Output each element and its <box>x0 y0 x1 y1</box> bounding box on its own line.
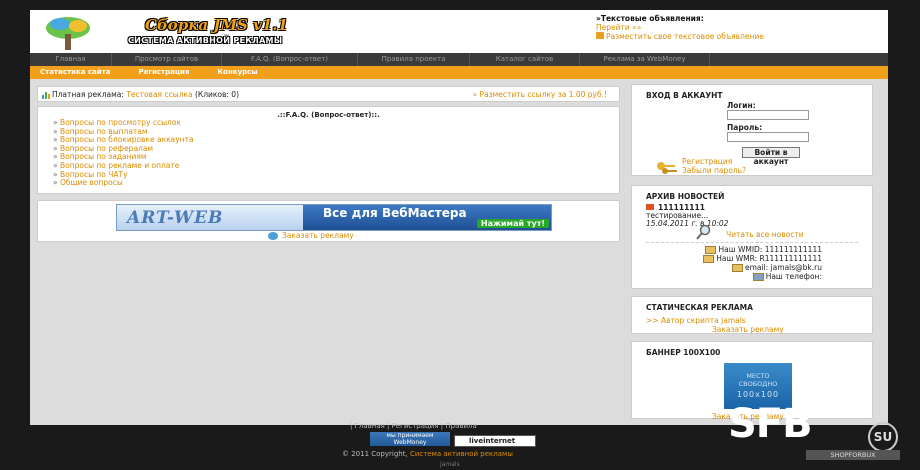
text-ads-place-link[interactable]: Разместить свое текстовое объявление <box>596 32 764 41</box>
static-order-ad-link[interactable]: Заказать рекламу <box>712 325 784 334</box>
text-ads-title: »Текстовые объявления: <box>596 14 704 23</box>
artweb-banner-left: ART-WEB <box>117 205 303 230</box>
news-title: АРХИВ НОВОСТЕЙ <box>646 192 725 201</box>
paid-ad-label: Платная реклама: <box>52 90 124 99</box>
nav-item[interactable]: Главная <box>30 53 112 66</box>
nav-item[interactable]: Просмотр сайтов <box>112 53 222 66</box>
text-ads-place-label: Разместить свое текстовое объявление <box>606 32 764 41</box>
tree-logo-icon[interactable] <box>38 14 98 52</box>
login-links: Регистрация Забыли пароль? <box>682 157 746 176</box>
sub-nav: Статистика сайта Регистрация Конкурсы <box>30 66 888 79</box>
order-ad-link[interactable]: Заказать рекламу <box>268 231 354 240</box>
banner100-title: БАННЕР 100X100 <box>646 348 721 357</box>
artweb-banner-right: Все для ВебМастера Нажимай тут! <box>303 205 551 230</box>
watermark-site: SHOPFORBUX <box>806 450 900 460</box>
news-flag-icon <box>646 204 654 210</box>
subnav-item[interactable]: Регистрация <box>138 66 189 79</box>
place-link-button[interactable]: » Разместить ссылку за 1.00 руб.! <box>473 87 607 102</box>
password-input[interactable] <box>727 132 809 142</box>
news-box: АРХИВ НОВОСТЕЙ 111111111 тестирование...… <box>631 185 873 289</box>
banner-box: ART-WEB Все для ВебМастера Нажимай тут! … <box>37 200 620 242</box>
faq-list: Вопросы по просмотру ссылокВопросы по вы… <box>53 118 194 188</box>
text-ads-goto-link[interactable]: Перейти »» <box>596 23 764 32</box>
banner-slot-free-line2: СВОБОДНО <box>738 380 778 388</box>
order-ad-label: Заказать рекламу <box>282 231 354 240</box>
wmr-text: Наш WMR: R111111111111 <box>716 254 822 263</box>
news-item-date: 15.04.2011 г. в 10:02 <box>646 219 729 228</box>
watermark-su: SU <box>868 422 898 452</box>
liveinternet-counter[interactable]: liveinternet <box>454 435 536 447</box>
subnav-item[interactable]: Конкурсы <box>217 66 257 79</box>
login-label: Логин: <box>727 101 756 110</box>
copyright-text: © 2011 Copyright, <box>342 450 408 458</box>
paid-ad-clicks: (Кликов: 0) <box>194 90 240 99</box>
paid-ad-link[interactable]: Тестовая ссылка <box>126 90 192 99</box>
nav-item[interactable]: Реклама за WebMoney <box>580 53 710 66</box>
site-brand[interactable]: Сборка JMS v1.1 <box>145 16 288 34</box>
phone-icon <box>752 273 764 281</box>
webmoney-badge-line2: WebMoney <box>393 439 427 446</box>
wmid-icon <box>705 246 717 254</box>
site-subtitle: СИСТЕМА АКТИВНОЙ РЕКЛАМЫ <box>128 36 283 45</box>
order-ad-icon <box>268 232 278 240</box>
artweb-banner-button[interactable]: Нажимай тут! <box>476 219 549 228</box>
main-nav: Главная Просмотр сайтов F.A.Q. (Вопрос-отв… <box>30 53 888 66</box>
contacts-block: Наш WMID: 111111111111 Наш WMR: R1111111… <box>686 245 822 281</box>
webmoney-badge-line1: мы принимаем <box>386 432 434 439</box>
page: Сборка JMS v1.1 СИСТЕМА АКТИВНОЙ РЕКЛАМЫ… <box>30 10 888 425</box>
subnav-item[interactable]: Статистика сайта <box>40 66 110 79</box>
login-box: ВХОД В АККАУНТ Логин: Пароль: Войти в ак… <box>631 84 873 176</box>
forgot-password-link[interactable]: Забыли пароль? <box>682 166 746 176</box>
copyright-link[interactable]: Система активной рекламы <box>410 450 513 458</box>
shopforbux-watermark: SFB SU SHOPFORBUX <box>728 402 908 462</box>
webmoney-badge[interactable]: мы принимаем WebMoney <box>370 432 450 446</box>
email-text: email: jamals@bk.ru <box>745 263 822 272</box>
static-ads-box: СТАТИЧЕСКАЯ РЕКЛАМА >> Автор скрипта jam… <box>631 296 873 334</box>
paid-ad-bar: Платная реклама: Тестовая ссылка (Кликов… <box>37 86 620 102</box>
footer-links[interactable]: | Главная | Регистрация | Правила <box>350 422 477 430</box>
stats-bars-icon <box>42 91 51 99</box>
artweb-banner-text: Все для ВебМастера <box>323 206 467 220</box>
login-title: ВХОД В АККАУНТ <box>646 91 723 100</box>
watermark-logo: SFB <box>728 401 813 447</box>
nav-item[interactable]: Правила проекта <box>358 53 470 66</box>
login-input[interactable] <box>727 110 809 120</box>
login-button[interactable]: Войти в аккаунт <box>742 147 800 166</box>
ad-place-icon <box>596 32 604 39</box>
password-label: Пароль: <box>727 123 763 132</box>
faq-box: .::F.A.Q. (Вопрос-ответ)::. Вопросы по п… <box>37 106 620 194</box>
keys-icon <box>657 162 677 174</box>
magnifier-icon <box>696 224 711 240</box>
footer-bottom-text: jamals <box>440 461 460 468</box>
phone-text: Наш телефон: <box>765 272 822 281</box>
news-item: 111111111 тестирование... 15.04.2011 г. … <box>646 204 728 228</box>
wmid-text: Наш WMID: 111111111111 <box>718 245 822 254</box>
banner-slot-size: 100x100 <box>736 390 780 399</box>
read-all-news-link[interactable]: Читать все новости <box>726 230 804 239</box>
text-ads-block: »Текстовые объявления: Перейти »» Размес… <box>596 14 764 41</box>
static-ads-title: СТАТИЧЕСКАЯ РЕКЛАМА <box>646 303 753 312</box>
news-separator <box>646 242 858 243</box>
script-author-link[interactable]: >> Автор скрипта jamals <box>646 316 746 325</box>
nav-item[interactable]: F.A.Q. (Вопрос-ответ) <box>222 53 358 66</box>
copyright: © 2011 Copyright, Система активной рекла… <box>342 450 513 458</box>
banner-slot-free-line1: МЕСТО <box>746 372 770 380</box>
faq-item[interactable]: Общие вопросы <box>53 179 194 188</box>
header: Сборка JMS v1.1 СИСТЕМА АКТИВНОЙ РЕКЛАМЫ… <box>30 10 888 53</box>
email-icon <box>732 264 743 272</box>
wmr-icon <box>703 255 715 263</box>
nav-item[interactable]: Каталог сайтов <box>470 53 580 66</box>
artweb-banner[interactable]: ART-WEB Все для ВебМастера Нажимай тут! <box>116 204 552 231</box>
